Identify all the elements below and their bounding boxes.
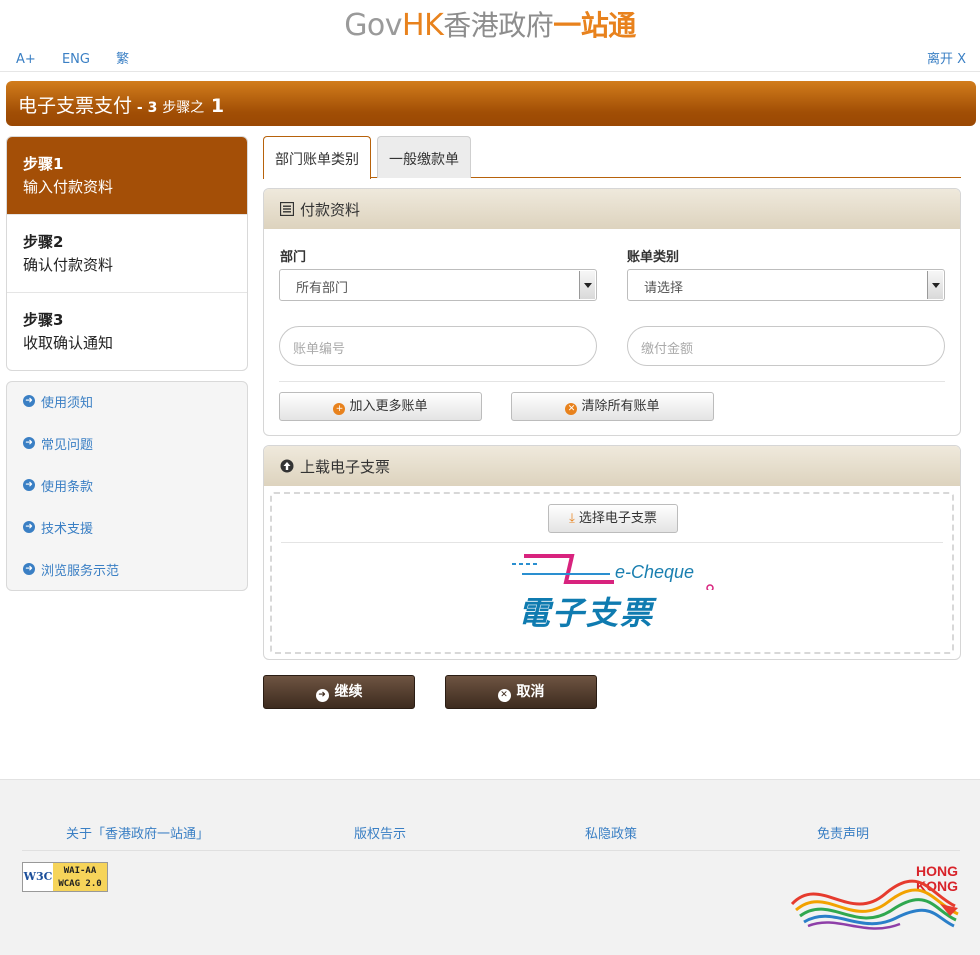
footer-link-privacy[interactable]: 私隐政策 — [585, 823, 637, 842]
arrow-right-circle-icon: ➜ — [23, 395, 35, 407]
cancel-button[interactable]: ✕ 取消 — [445, 675, 597, 709]
tab-general-demand-note[interactable]: 一般缴款单 — [377, 136, 471, 178]
w3c-logo: W3C — [23, 870, 53, 883]
footer-link-about[interactable]: 关于「香港政府一站通」 — [66, 823, 209, 842]
close-circle-icon: ✕ — [565, 403, 578, 415]
button-label: 清除所有账单 — [581, 399, 660, 414]
download-icon: ⤓ — [569, 511, 575, 526]
department-label: 部门 — [280, 250, 307, 265]
department-select[interactable]: 所有部门 — [279, 269, 597, 301]
step-desc: 输入付款资料 — [23, 178, 114, 196]
step-title: 步骤3 — [23, 311, 64, 329]
footer: 关于「香港政府一站通」 版权告示 私隐政策 免责声明 W3C WAI-AA WC… — [0, 779, 980, 955]
side-link-label: 使用须知 — [41, 396, 94, 411]
wcag-badge[interactable]: W3C WAI-AA WCAG 2.0 — [22, 862, 108, 892]
bill-type-tabs: 部门账单类别 一般缴款单 — [263, 136, 961, 179]
side-link-demo[interactable]: ➜ 浏览服务示范 — [7, 560, 247, 602]
header-divider — [0, 71, 980, 72]
panel-title: 上载电子支票 — [300, 457, 391, 476]
top-links: A+ ENG 繁 — [16, 48, 151, 67]
footer-divider — [22, 850, 960, 851]
arrow-right-circle-icon: ➜ — [23, 437, 35, 449]
side-link-notes[interactable]: ➜ 使用须知 — [7, 392, 247, 434]
form-divider — [279, 381, 945, 382]
plus-circle-icon: + — [333, 403, 346, 415]
panel-header: 付款资料 — [264, 189, 960, 229]
help-links-panel: ➜ 使用须知 ➜ 常见问题 ➜ 使用条款 ➜ 技术支援 ➜ 浏览服务示范 — [6, 381, 248, 591]
traditional-chinese-link[interactable]: 繁 — [116, 52, 129, 67]
bill-number-input[interactable]: 账单编号 — [279, 326, 597, 366]
upload-circle-icon — [280, 459, 294, 473]
side-link-faq[interactable]: ➜ 常见问题 — [7, 434, 247, 476]
logo-cn-text: 香港政府 — [443, 9, 554, 42]
button-label: 选择电子支票 — [578, 511, 657, 526]
step-prefix: - 3 — [132, 100, 163, 116]
logo-gov-text: Gov — [344, 8, 403, 43]
english-link[interactable]: ENG — [62, 52, 90, 67]
brand-hong-kong-logo: HONG KONG — [790, 864, 962, 936]
arrow-right-circle-icon: ➜ — [23, 521, 35, 533]
clear-all-bills-button[interactable]: ✕ 清除所有账单 — [511, 392, 714, 421]
step-list: 步骤1 输入付款资料 步骤2 确认付款资料 步骤3 收取确认通知 — [6, 136, 248, 371]
amount-input[interactable]: 缴付金额 — [627, 326, 945, 366]
arrow-right-circle-icon: ➜ — [23, 563, 35, 575]
button-label: 继续 — [334, 684, 363, 700]
echeque-logo: e-Cheque 電子支票 — [510, 552, 720, 632]
side-link-label: 使用条款 — [41, 480, 94, 495]
side-link-terms[interactable]: ➜ 使用条款 — [7, 476, 247, 518]
arrow-right-circle-icon: ➜ — [23, 479, 35, 491]
wcag-label: WAI-AA WCAG 2.0 — [53, 863, 107, 891]
logo-cn-highlight: 一站通 — [553, 9, 636, 42]
chevron-down-icon — [927, 271, 943, 299]
footer-link-disclaimer[interactable]: 免责声明 — [817, 823, 869, 842]
upload-divider — [281, 542, 943, 543]
department-select-value: 所有部门 — [296, 281, 349, 296]
payment-info-panel: 付款资料 部门 所有部门 账单类别 请选择 账单编号 缴付金额 + 加入更多账单 … — [263, 188, 961, 436]
step-item-2: 步骤2 确认付款资料 — [7, 215, 247, 293]
leave-link[interactable]: 离开 X — [927, 48, 966, 67]
side-link-label: 技术支援 — [41, 522, 94, 537]
step-title: 步骤2 — [23, 233, 64, 251]
side-link-label: 常见问题 — [41, 438, 94, 453]
echeque-logo-cn: 電子支票 — [518, 594, 655, 632]
font-larger-link[interactable]: A+ — [16, 52, 36, 67]
arrow-right-circle-icon: ➜ — [315, 689, 329, 702]
bill-type-label: 账单类别 — [627, 250, 680, 265]
list-icon — [280, 202, 294, 216]
panel-title: 付款资料 — [300, 200, 361, 219]
govhk-logo[interactable]: GovHK香港政府一站通 — [0, 4, 980, 44]
step-item-1: 步骤1 输入付款资料 — [7, 137, 247, 215]
panel-header: 上载电子支票 — [264, 446, 960, 486]
logo-hk-text: HK — [402, 8, 444, 43]
button-label: 加入更多账单 — [349, 399, 428, 414]
bill-type-select[interactable]: 请选择 — [627, 269, 945, 301]
footer-link-copyright[interactable]: 版权告示 — [354, 823, 406, 842]
step-title: 步骤1 — [23, 155, 64, 173]
bill-type-select-value: 请选择 — [644, 281, 684, 296]
wcag-version: WCAG 2.0 — [58, 879, 102, 889]
continue-button[interactable]: ➜ 继续 — [263, 675, 415, 709]
page-title-bar: 电子支票支付 - 3 步骤之 1 — [6, 81, 976, 126]
step-item-3: 步骤3 收取确认通知 — [7, 293, 247, 370]
tab-department-bill[interactable]: 部门账单类别 — [263, 136, 371, 179]
side-link-support[interactable]: ➜ 技术支援 — [7, 518, 247, 560]
close-circle-icon: ✕ — [497, 689, 511, 702]
upload-echeque-panel: 上载电子支票 ⤓ 选择电子支票 e-Cheque 電子支票 — [263, 445, 961, 660]
step-label: 步骤之 — [162, 100, 205, 116]
chevron-down-icon — [579, 271, 595, 299]
step-desc: 收取确认通知 — [23, 334, 114, 352]
step-desc: 确认付款资料 — [23, 256, 114, 274]
dragon-icon — [790, 879, 959, 930]
side-link-label: 浏览服务示范 — [41, 564, 120, 579]
add-more-bills-button[interactable]: + 加入更多账单 — [279, 392, 482, 421]
wai-level: WAI-AA — [63, 866, 97, 876]
echeque-logo-en: e-Cheque — [615, 562, 695, 582]
page-title: 电子支票支付 — [18, 95, 133, 117]
step-number: 1 — [204, 95, 225, 117]
choose-echeque-button[interactable]: ⤓ 选择电子支票 — [548, 504, 678, 533]
button-label: 取消 — [516, 684, 545, 700]
